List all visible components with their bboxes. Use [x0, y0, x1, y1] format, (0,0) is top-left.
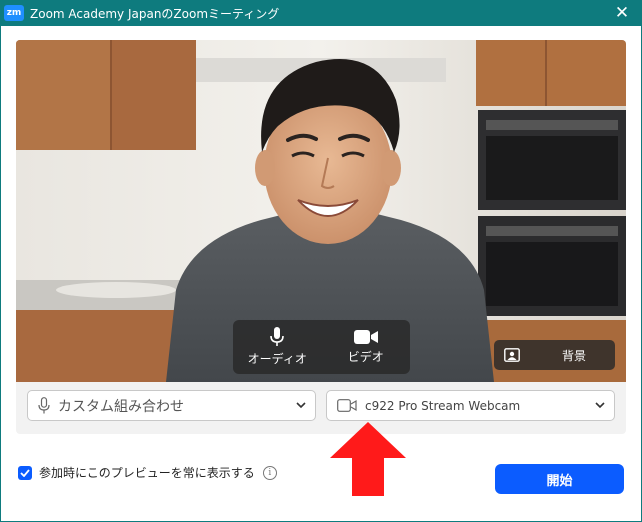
preview-toolbar: オーディオ ビデオ: [233, 320, 410, 374]
video-toggle-button[interactable]: ビデオ: [322, 320, 411, 374]
info-icon[interactable]: i: [262, 465, 277, 480]
background-button-label: 背景: [562, 348, 587, 363]
microphone-icon: [270, 327, 285, 346]
always-show-preview-label[interactable]: 参加時にこのプレビューを常に表示する: [39, 464, 255, 481]
start-button[interactable]: 開始: [495, 464, 624, 494]
video-camera-icon: [353, 330, 378, 344]
window-border: [0, 26, 1, 522]
zoom-logo-icon: zm: [4, 5, 24, 21]
close-button[interactable]: ✕: [602, 0, 642, 26]
virtual-background-icon: [504, 348, 520, 362]
close-icon: ✕: [614, 3, 630, 23]
video-button-label: ビデオ: [347, 350, 384, 364]
title-bar: zm Zoom Academy JapanのZoomミーティング ✕: [0, 0, 642, 26]
always-show-preview-checkbox[interactable]: [18, 465, 32, 480]
video-device-select[interactable]: c922 Pro Stream Webcam: [326, 390, 615, 421]
microphone-icon: [38, 397, 50, 414]
video-camera-icon: [337, 399, 357, 412]
red-arrow-annotation: [330, 422, 406, 496]
background-button[interactable]: 背景: [494, 340, 615, 370]
always-show-preview-option: 参加時にこのプレビューを常に表示する i: [18, 464, 277, 481]
audio-toggle-button[interactable]: オーディオ: [233, 320, 322, 374]
audio-device-select[interactable]: カスタム組み合わせ: [27, 390, 316, 421]
window-title: Zoom Academy JapanのZoomミーティング: [30, 6, 280, 21]
audio-device-value: カスタム組み合わせ: [58, 398, 184, 415]
checkmark-icon: [20, 468, 30, 477]
chevron-down-icon: [295, 399, 307, 411]
audio-button-label: オーディオ: [247, 352, 307, 366]
chevron-down-icon: [594, 399, 606, 411]
video-device-value: c922 Pro Stream Webcam: [365, 398, 521, 413]
